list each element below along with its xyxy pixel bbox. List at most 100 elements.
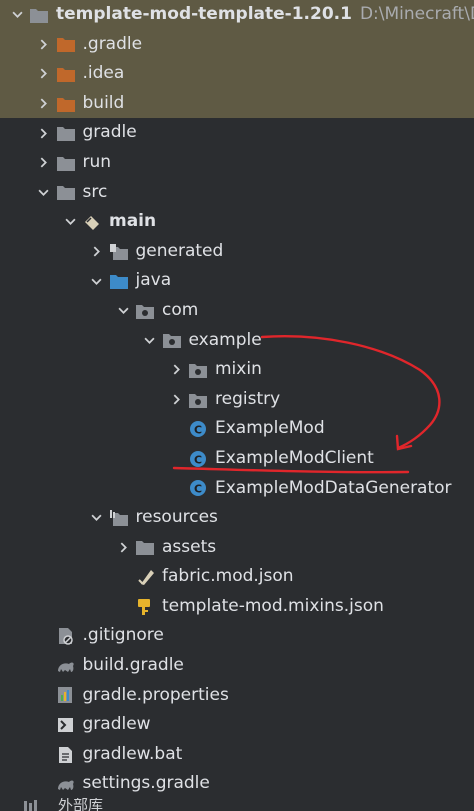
folder-grey-icon	[28, 5, 50, 25]
svg-text:C: C	[194, 453, 202, 466]
resources-folder-icon	[108, 508, 130, 528]
external-libraries-label: 外部库	[58, 798, 104, 811]
folder-orange-icon	[55, 64, 77, 84]
chevron-right-icon[interactable]	[33, 30, 55, 60]
chevron-down-icon[interactable]	[86, 266, 108, 296]
tree-item[interactable]: gradlew	[0, 710, 474, 740]
tree-item[interactable]: gradlew.bat	[0, 740, 474, 770]
tree-item[interactable]: resources	[0, 503, 474, 533]
package-icon	[134, 301, 156, 321]
tree-item[interactable]: .idea	[0, 59, 474, 89]
tree-item-label: ExampleModDataGenerator	[215, 477, 452, 498]
tree-item-label: .idea	[82, 63, 125, 84]
chevron-right-icon[interactable]	[33, 148, 55, 178]
class-icon: C	[187, 478, 209, 498]
tree-item[interactable]: template-mod.mixins.json	[0, 592, 474, 622]
tree-item[interactable]: build	[0, 88, 474, 119]
project-path: D:\Minecraft\D	[359, 4, 474, 24]
chevron-down-icon[interactable]	[33, 178, 55, 208]
chevron-down-icon[interactable]	[59, 207, 81, 237]
shell-file-icon	[55, 715, 77, 735]
tree-item[interactable]: src	[0, 178, 474, 208]
tree-item[interactable]: .gradle	[0, 29, 474, 60]
gradle-file-icon	[55, 656, 77, 676]
tree-item[interactable]: generated	[0, 237, 474, 267]
tree-item-label: com	[162, 299, 199, 320]
folder-grey-icon	[134, 537, 156, 557]
folder-orange-icon	[55, 94, 77, 114]
generated-folder-icon	[108, 242, 130, 262]
class-icon: C	[187, 419, 209, 439]
chevron-down-icon[interactable]	[6, 0, 28, 30]
tree-item[interactable]: C ExampleModDataGenerator	[0, 474, 474, 504]
chevron-right-icon[interactable]	[33, 89, 55, 119]
class-icon: C	[187, 449, 209, 469]
tree-item[interactable]: .gitignore	[0, 621, 474, 651]
tree-item-label: settings.gradle	[82, 773, 210, 794]
chevron-down-icon[interactable]	[112, 296, 134, 326]
tree-item[interactable]: C ExampleMod	[0, 414, 474, 444]
tree-item-label: build	[82, 92, 125, 113]
chevron-right-icon[interactable]	[112, 533, 134, 563]
tree-item[interactable]: settings.gradle	[0, 769, 474, 799]
tree-item-label: example	[188, 329, 262, 350]
tree-item[interactable]: com	[0, 296, 474, 326]
tree-item-label: main	[109, 211, 157, 232]
tree-item[interactable]: java	[0, 266, 474, 296]
tree-root-project[interactable]: template-mod-template-1.20.1 D:\Minecraf…	[0, 0, 474, 30]
tree-item[interactable]: build.gradle	[0, 651, 474, 681]
tree-item[interactable]: C ExampleModClient	[0, 444, 474, 474]
tree-item[interactable]: registry	[0, 385, 474, 415]
tree-item-label: ExampleModClient	[215, 447, 374, 468]
tree-item[interactable]: gradle.properties	[0, 681, 474, 711]
external-libraries-row[interactable]: 外部库	[0, 798, 474, 811]
json-key-file-icon	[134, 597, 156, 617]
tree-item[interactable]: assets	[0, 533, 474, 563]
chevron-down-icon[interactable]	[139, 326, 161, 356]
tree-item-label: .gradle	[82, 33, 143, 54]
package-icon	[187, 360, 209, 380]
project-tree: template-mod-template-1.20.1 D:\Minecraf…	[0, 0, 474, 799]
chevron-right-icon[interactable]	[86, 237, 108, 267]
tree-item[interactable]: main	[0, 207, 474, 237]
gitignore-file-icon	[55, 626, 77, 646]
tree-item-label: build.gradle	[82, 655, 184, 676]
tree-item-label: assets	[162, 536, 217, 557]
tree-item[interactable]: run	[0, 148, 474, 178]
folder-grey-icon	[55, 123, 77, 143]
tree-item-label: src	[82, 181, 108, 202]
project-name: template-mod-template-1.20.1	[56, 4, 352, 24]
tree-rows: .gradle .idea build gradle run src main generat…	[0, 29, 474, 799]
tree-item-label: gradlew	[82, 714, 151, 735]
folder-grey-icon	[55, 182, 77, 202]
tree-item-label: registry	[215, 388, 281, 409]
folder-blue-icon	[108, 271, 130, 291]
tree-item-label: gradle.properties	[82, 684, 229, 705]
tree-item-label: resources	[135, 507, 218, 528]
tree-item[interactable]: gradle	[0, 118, 474, 148]
tree-item-label: .gitignore	[82, 625, 164, 646]
chevron-right-icon[interactable]	[165, 385, 187, 415]
chevron-right-icon[interactable]	[165, 355, 187, 385]
chevron-down-icon[interactable]	[86, 503, 108, 533]
tree-item-label: gradlew.bat	[82, 743, 183, 764]
package-icon	[161, 330, 183, 350]
tree-item[interactable]: example	[0, 326, 474, 356]
source-set-icon	[81, 212, 103, 232]
tree-item[interactable]: fabric.mod.json	[0, 562, 474, 592]
chevron-right-icon[interactable]	[33, 118, 55, 148]
tree-item[interactable]: mixin	[0, 355, 474, 385]
chevron-right-icon[interactable]	[33, 59, 55, 89]
tree-item-label: ExampleMod	[215, 418, 325, 439]
text-file-icon	[55, 745, 77, 765]
tree-item-label: java	[135, 270, 172, 291]
